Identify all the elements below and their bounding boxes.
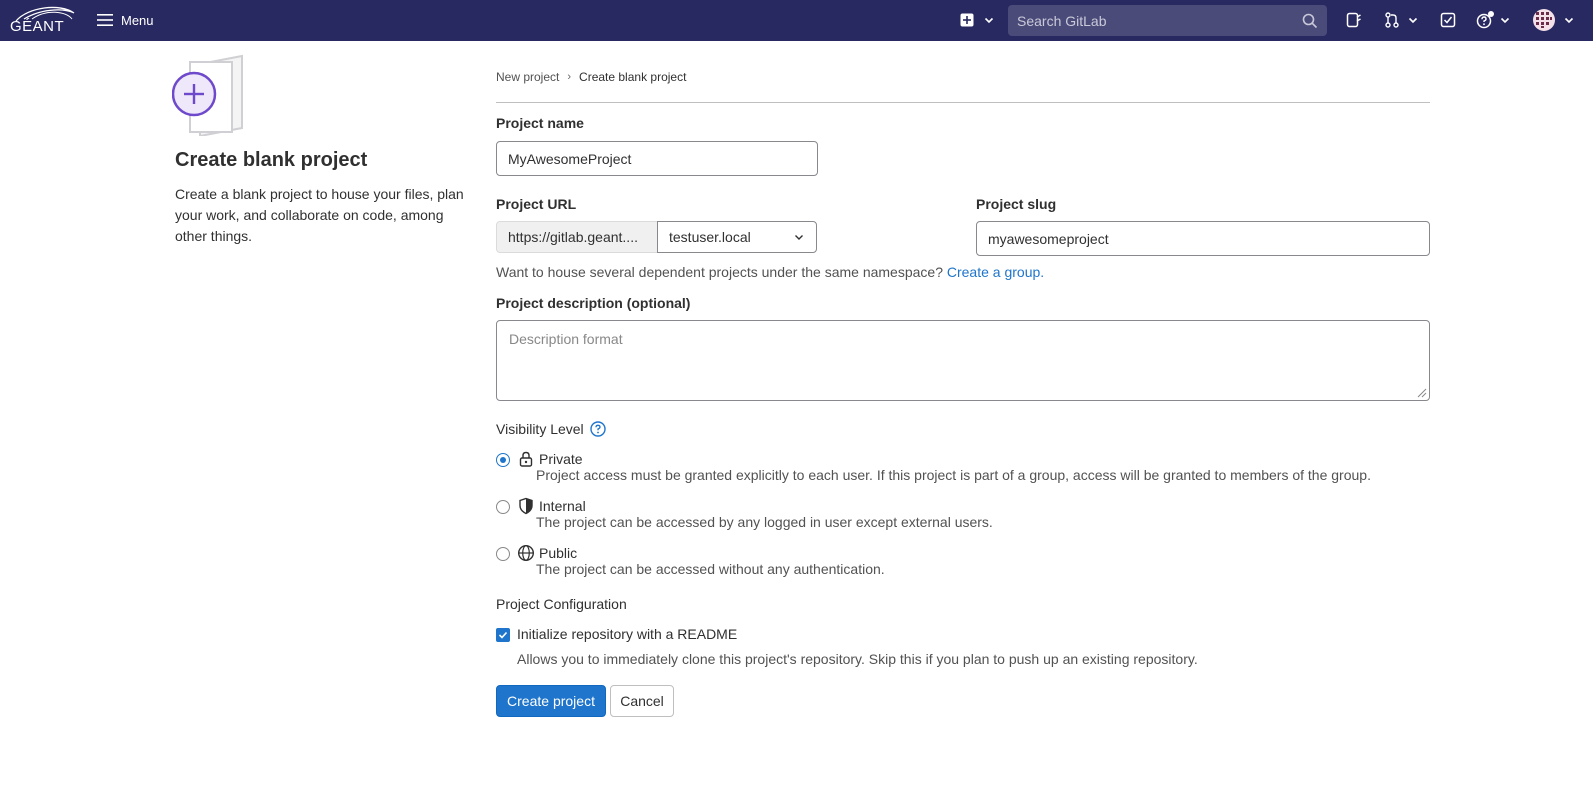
visibility-internal-option[interactable]: Internal [496,497,586,515]
create-project-button[interactable]: Create project [496,685,606,717]
blank-project-illustration [171,54,262,138]
plus-square-icon [960,13,974,27]
resize-handle-icon[interactable] [1415,386,1427,398]
user-menu-button[interactable] [1532,9,1575,31]
search-box[interactable] [1008,5,1327,36]
breadcrumb-new-project[interactable]: New project [496,70,559,84]
chevron-down-icon [984,17,994,24]
visibility-internal-description: The project can be accessed by any logge… [536,514,993,530]
visibility-level-label: Visibility Level [496,421,584,437]
breadcrumb-separator: › [567,71,572,83]
breadcrumb-divider [496,102,1430,103]
search-input[interactable] [1017,12,1302,29]
search-icon [1302,13,1318,28]
visibility-public-description: The project can be accessed without any … [536,561,885,577]
project-description-label: Project description (optional) [496,295,691,311]
visibility-private-label: Private [539,451,583,467]
lock-icon [519,451,533,467]
issues-button[interactable] [1346,10,1362,30]
visibility-public-label: Public [539,545,578,561]
project-url-label: Project URL [496,196,577,212]
menu-label: Menu [121,12,154,28]
help-icon [1476,11,1494,29]
project-url-prefix: https://gitlab.geant.... [496,221,658,253]
project-name-value: MyAwesomeProject [508,150,632,167]
shield-icon [519,497,533,515]
todos-button[interactable] [1440,10,1456,30]
page-title: Create blank project [175,149,368,171]
chevron-down-icon [1500,17,1510,24]
help-button[interactable] [1476,10,1511,30]
project-configuration-heading: Project Configuration [496,596,627,612]
visibility-internal-radio[interactable] [496,500,510,514]
visibility-private-radio[interactable] [496,453,510,467]
top-navbar: GÉANT Menu [0,0,1593,41]
visibility-public-radio[interactable] [496,547,510,561]
namespace-help-text: Want to house several dependent projects… [496,264,947,280]
project-slug-label: Project slug [976,196,1057,212]
readme-help-text: Allows you to immediately clone this pro… [517,651,1198,667]
visibility-private-description: Project access must be granted explicitl… [536,467,1371,483]
todo-icon [1440,12,1456,28]
page-description: Create a blank project to house your fil… [175,186,464,244]
checkmark-icon [498,631,508,639]
visibility-level-heading: Visibility Level [496,421,606,437]
namespace-value: testuser.local [669,229,751,245]
globe-icon [517,544,535,562]
hamburger-icon [97,14,113,26]
chevron-down-icon [795,235,803,240]
visibility-internal-label: Internal [539,498,586,514]
project-slug-value: myawesomeproject [988,230,1109,247]
menu-button[interactable]: Menu [97,10,154,30]
project-description-textarea[interactable]: Description format [496,320,1430,401]
cancel-button[interactable]: Cancel [610,685,674,717]
url-prefix-text: https://gitlab.geant.... [508,229,638,245]
visibility-public-option[interactable]: Public [496,544,577,562]
project-name-label: Project name [496,115,584,131]
issues-icon [1346,12,1361,28]
readme-checkbox[interactable] [496,628,510,642]
namespace-select[interactable]: testuser.local [657,221,817,253]
new-dropdown-button[interactable] [960,10,995,30]
chevron-down-icon [1408,17,1418,24]
geant-logo[interactable]: GÉANT [10,5,78,37]
merge-request-icon [1385,12,1399,28]
question-circle-icon[interactable] [589,421,606,437]
breadcrumb: New project › Create blank project [496,70,686,84]
chevron-down-icon [1564,17,1574,24]
project-name-input[interactable]: MyAwesomeProject [496,141,818,176]
avatar [1533,9,1555,31]
merge-requests-button[interactable] [1384,10,1419,30]
logo-text: GÉANT [10,18,65,35]
breadcrumb-current: Create blank project [579,70,687,84]
project-slug-input[interactable]: myawesomeproject [976,221,1430,256]
description-placeholder: Description format [509,331,623,347]
create-group-link[interactable]: Create a group. [947,264,1044,280]
namespace-help: Want to house several dependent projects… [496,264,1044,280]
visibility-private-option[interactable]: Private [496,450,583,468]
readme-checkbox-label[interactable]: Initialize repository with a README [517,626,737,642]
